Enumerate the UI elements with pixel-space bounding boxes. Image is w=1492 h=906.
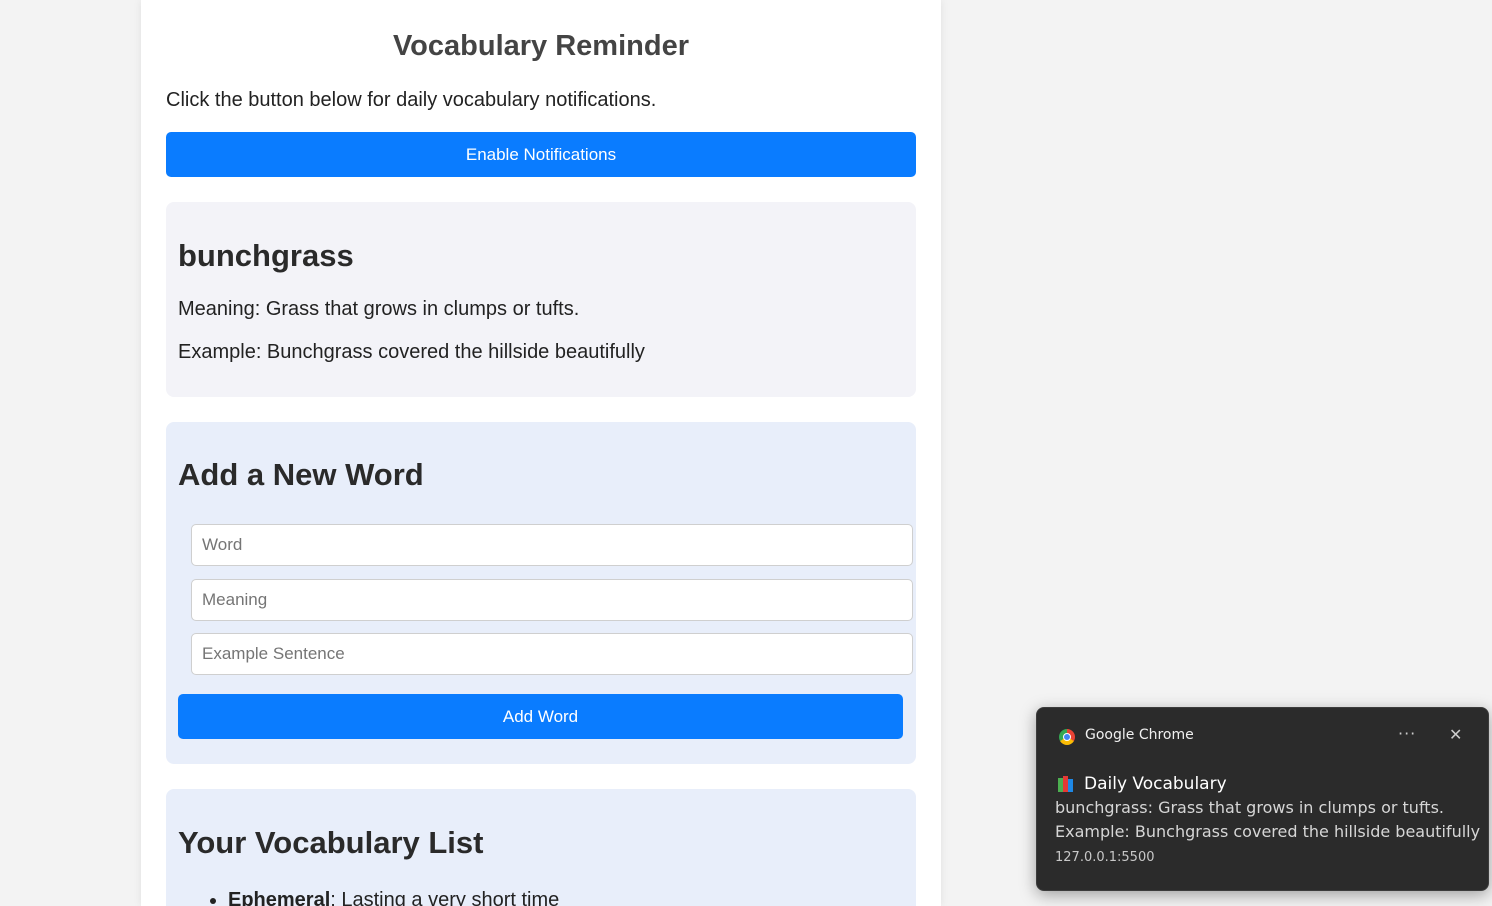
chrome-icon <box>1059 729 1075 745</box>
meaning-input[interactable] <box>191 579 913 621</box>
vocabulary-list: Ephemeral: Lasting a very short time <box>228 889 559 906</box>
notification-source: 127.0.0.1:5500 <box>1055 850 1155 865</box>
notification-body-line1: bunchgrass: Grass that grows in clumps o… <box>1055 798 1444 817</box>
notification-title: Daily Vocabulary <box>1084 774 1227 794</box>
daily-word-card: bunchgrass Meaning: Grass that grows in … <box>166 202 916 397</box>
books-icon <box>1058 776 1076 792</box>
add-word-card: Add a New Word Add Word <box>166 422 916 764</box>
intro-text: Click the button below for daily vocabul… <box>166 89 657 111</box>
close-icon[interactable]: ✕ <box>1449 725 1462 744</box>
enable-notifications-button[interactable]: Enable Notifications <box>166 132 916 177</box>
list-item-definition: : Lasting a very short time <box>330 889 560 906</box>
page: Vocabulary Reminder Click the button bel… <box>0 0 1492 906</box>
daily-word-title: bunchgrass <box>178 238 354 273</box>
vocabulary-list-title: Your Vocabulary List <box>178 825 484 860</box>
list-item-word: Ephemeral <box>228 889 331 906</box>
notification-app-name: Google Chrome <box>1085 727 1194 743</box>
vocabulary-list-card: Your Vocabulary List Ephemeral: Lasting … <box>166 789 916 906</box>
daily-word-example: Example: Bunchgrass covered the hillside… <box>178 341 645 363</box>
notification-body-line2: Example: Bunchgrass covered the hillside… <box>1055 822 1481 841</box>
add-word-button[interactable]: Add Word <box>178 694 903 739</box>
example-sentence-input[interactable] <box>191 633 913 675</box>
daily-word-meaning: Meaning: Grass that grows in clumps or t… <box>178 298 580 320</box>
word-input[interactable] <box>191 524 913 566</box>
app-container: Vocabulary Reminder Click the button bel… <box>141 0 941 906</box>
chrome-notification[interactable]: Google Chrome ··· ✕ Daily Vocabulary bun… <box>1036 707 1489 891</box>
list-item: Ephemeral: Lasting a very short time <box>228 889 559 906</box>
add-word-title: Add a New Word <box>178 457 424 492</box>
page-title: Vocabulary Reminder <box>392 30 689 62</box>
ellipsis-icon[interactable]: ··· <box>1398 724 1416 743</box>
